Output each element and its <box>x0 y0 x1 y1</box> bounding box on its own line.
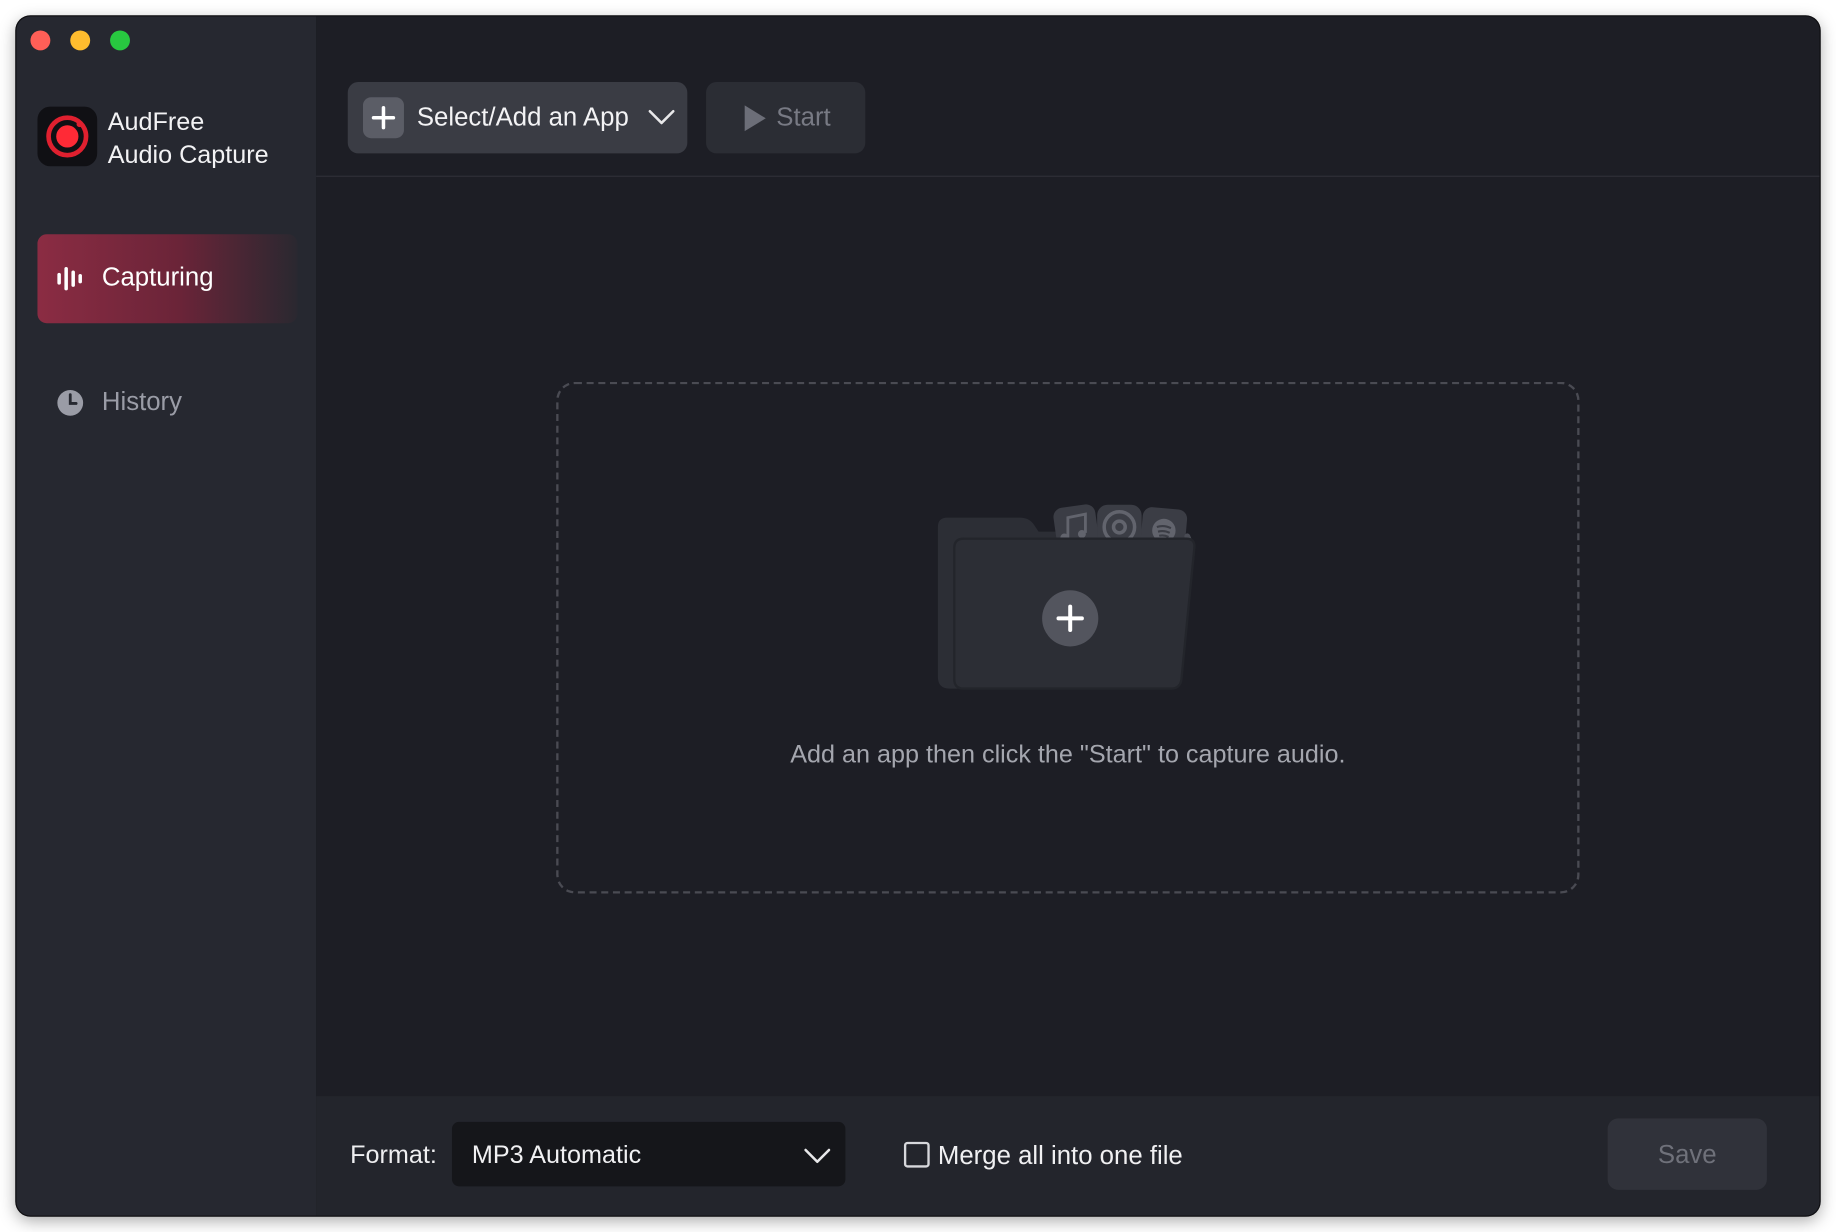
select-add-app-label: Select/Add an App <box>416 101 629 132</box>
app-name-line2: Audio Capture <box>107 140 269 169</box>
format-value: MP3 Automatic <box>471 1140 642 1169</box>
start-label: Start <box>776 101 831 132</box>
merge-label[interactable]: Merge all into one file <box>938 1141 1183 1171</box>
play-icon <box>744 105 766 132</box>
format-select[interactable]: MP3 Automatic <box>451 1121 846 1187</box>
select-add-app-button[interactable]: Select/Add an App <box>347 81 688 154</box>
main-panel: Select/Add an App Start Add an app then … <box>316 16 1820 1216</box>
chevron-down-icon <box>804 1148 831 1164</box>
minimize-window-button[interactable] <box>70 30 91 51</box>
drop-zone-message: Add an app then click the "Start" to cap… <box>790 740 1346 769</box>
bottom-bar: Format: MP3 Automatic Merge all into one… <box>316 1096 1820 1216</box>
format-label: Format: <box>350 1140 437 1169</box>
sidebar-item-label: History <box>101 386 183 416</box>
record-logo-icon <box>37 106 98 167</box>
app-name-line1: AudFree <box>107 107 205 136</box>
clock-icon <box>57 389 84 416</box>
close-window-button[interactable] <box>30 30 51 51</box>
add-app-illustration <box>937 504 1196 690</box>
sidebar-item-history[interactable]: History <box>37 358 297 447</box>
start-button[interactable]: Start <box>706 81 866 154</box>
merge-checkbox[interactable] <box>903 1141 930 1168</box>
app-name: AudFree Audio Capture <box>108 105 269 171</box>
app-window: AudFree Audio Capture Capturing History <box>16 16 1820 1216</box>
app-drop-zone[interactable]: Add an app then click the "Start" to cap… <box>556 381 1580 894</box>
waveform-icon <box>57 267 82 291</box>
chevron-down-icon <box>648 109 675 125</box>
sidebar: AudFree Audio Capture Capturing History <box>16 16 317 1216</box>
sidebar-item-capturing[interactable]: Capturing <box>37 234 298 324</box>
sidebar-item-label: Capturing <box>101 262 214 292</box>
zoom-window-button[interactable] <box>110 30 130 51</box>
toolbar-divider <box>316 175 1820 177</box>
save-button[interactable]: Save <box>1607 1118 1767 1190</box>
add-icon <box>362 97 404 139</box>
save-label: Save <box>1657 1139 1717 1169</box>
